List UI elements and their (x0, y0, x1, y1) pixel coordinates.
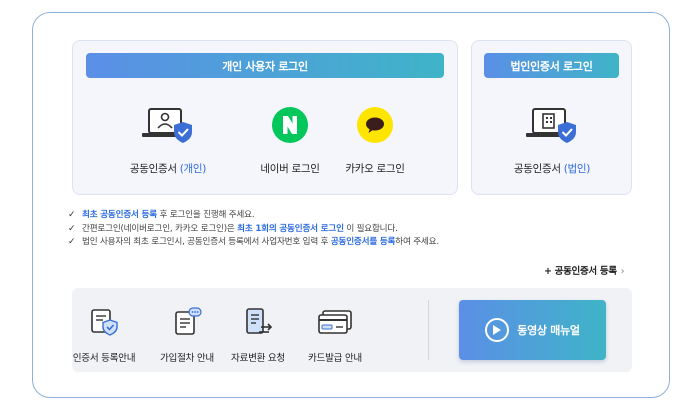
notice-text: 법인 사용자의 최초 로그인시, 공동인증서 등록에서 사업자번호 입력 후 (82, 237, 331, 247)
corporate-login-title: 법인인증서 로그인 (484, 53, 619, 78)
check-icon: ✓ (68, 223, 76, 234)
notice-text: 이 필요합니다. (343, 223, 398, 234)
card-icon (318, 310, 352, 334)
kakao-icon (357, 107, 393, 143)
notice-text: 하여 주세요. (395, 237, 439, 247)
corporate-cert-highlight: (법인) (563, 163, 591, 175)
personal-cert-login-button[interactable]: 공동인증서 (개인) (118, 103, 218, 176)
cert-registration-guide-button[interactable]: 인증서 등록안내 (64, 306, 144, 364)
check-icon: ✓ (68, 237, 76, 247)
card-issuance-guide-button[interactable]: 카드발급 안내 (295, 306, 375, 364)
video-manual-label: 동영상 매뉴얼 (517, 324, 580, 337)
corporate-cert-login-button[interactable]: 공동인증서 (법인) (502, 103, 602, 176)
signup-guide-button[interactable]: 가입절차 안내 (147, 306, 227, 364)
register-cert-label: + 공동인증서 등록 (544, 266, 617, 277)
data-conversion-request-button[interactable]: 자료변환 요청 (218, 306, 298, 364)
corporate-cert-label: 공동인증서 (513, 163, 564, 175)
help-bar: 인증서 등록안내 가입절차 안내 자료변환 요청 카드발급 안내 동영상 매뉴얼 (72, 288, 632, 372)
notice-text: 최초 1회의 공동인증서 로그인 (237, 223, 344, 234)
naver-login-label: 네이버 로그인 (260, 163, 320, 175)
document-chat-icon (175, 307, 202, 335)
notice-text: 최초 공동인증서 등록 (82, 210, 157, 220)
chevron-right-icon: › (620, 266, 625, 277)
card-issuance-guide-label: 카드발급 안내 (308, 353, 362, 364)
personal-cert-label: 공동인증서 (129, 163, 180, 175)
notice-list: ✓ 최초 공동인증서 등록 후 로그인을 진행해 주세요. ✓ 간편로그인(네이… (68, 209, 628, 250)
notice-item: ✓ 최초 공동인증서 등록 후 로그인을 진행해 주세요. (68, 209, 628, 223)
notice-item: ✓ 법인 사용자의 최초 로그인시, 공동인증서 등록에서 사업자번호 입력 후… (68, 236, 628, 250)
notice-text: 간편로그인(네이버로그인, 카카오 로그인)은 (82, 223, 238, 234)
cert-registration-guide-label: 인증서 등록안내 (72, 353, 136, 364)
naver-icon (272, 107, 308, 143)
data-conversion-request-label: 자료변환 요청 (231, 353, 285, 364)
certificate-shield-icon (91, 309, 118, 336)
video-manual-button[interactable]: 동영상 매뉴얼 (459, 300, 606, 360)
laptop-user-shield-icon (142, 108, 192, 143)
laptop-building-shield-icon (526, 108, 576, 143)
signup-guide-label: 가입절차 안내 (160, 353, 214, 364)
corporate-login-card: 법인인증서 로그인 공동인증서 (법인) (471, 40, 632, 195)
kakao-login-label: 카카오 로그인 (345, 163, 405, 175)
notice-text: 후 로그인을 진행해 주세요. (156, 210, 255, 220)
divider (428, 300, 429, 360)
kakao-login-button[interactable]: 카카오 로그인 (325, 103, 425, 176)
document-convert-icon (246, 308, 273, 334)
personal-login-card: 개인 사용자 로그인 공동인증서 (개인) 네이버 로그인 카카오 로그인 (72, 40, 458, 195)
notice-text: 공동인증서를 등록 (330, 237, 396, 247)
play-icon (485, 318, 510, 342)
personal-login-title: 개인 사용자 로그인 (86, 53, 444, 78)
register-cert-link[interactable]: + 공동인증서 등록 › (544, 263, 625, 277)
personal-cert-highlight: (개인) (179, 163, 207, 175)
notice-item: ✓ 간편로그인(네이버로그인, 카카오 로그인)은 최초 1회의 공동인증서 로… (68, 223, 628, 237)
check-icon: ✓ (68, 210, 76, 220)
